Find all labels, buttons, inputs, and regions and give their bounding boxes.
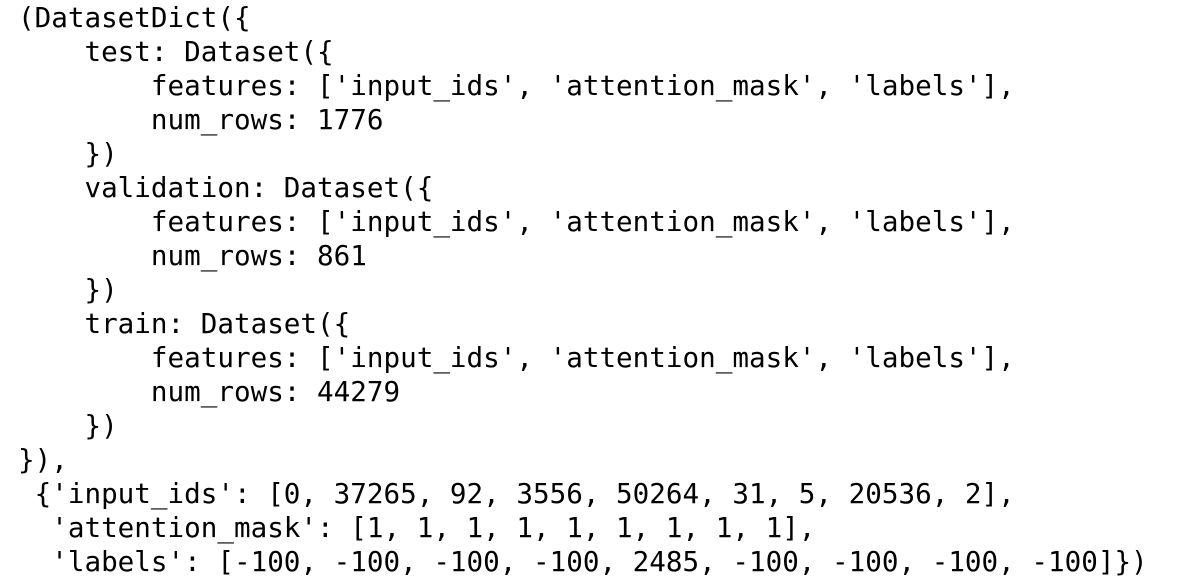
output-line: 'labels': [-100, -100, -100, -100, 2485,… (18, 545, 1148, 578)
output-line: features: ['input_ids', 'attention_mask'… (18, 341, 1015, 374)
output-line: validation: Dataset({ (18, 171, 434, 204)
output-line: (DatasetDict({ (18, 1, 251, 34)
cell-output: (DatasetDict({ test: Dataset({ features:… (18, 1, 1148, 579)
output-line: num_rows: 861 (18, 239, 367, 272)
output-line: 'attention_mask': [1, 1, 1, 1, 1, 1, 1, … (18, 511, 816, 544)
output-line: features: ['input_ids', 'attention_mask'… (18, 205, 1015, 238)
output-line: }) (18, 409, 118, 442)
output-line: num_rows: 1776 (18, 103, 384, 136)
output-line: {'input_ids': [0, 37265, 92, 3556, 50264… (18, 477, 1015, 510)
output-line: }) (18, 273, 118, 306)
output-line: test: Dataset({ (18, 35, 334, 68)
output-line: }), (18, 443, 68, 476)
output-line: features: ['input_ids', 'attention_mask'… (18, 69, 1015, 102)
output-line: }) (18, 137, 118, 170)
output-line: num_rows: 44279 (18, 375, 401, 408)
output-line: train: Dataset({ (18, 307, 351, 340)
